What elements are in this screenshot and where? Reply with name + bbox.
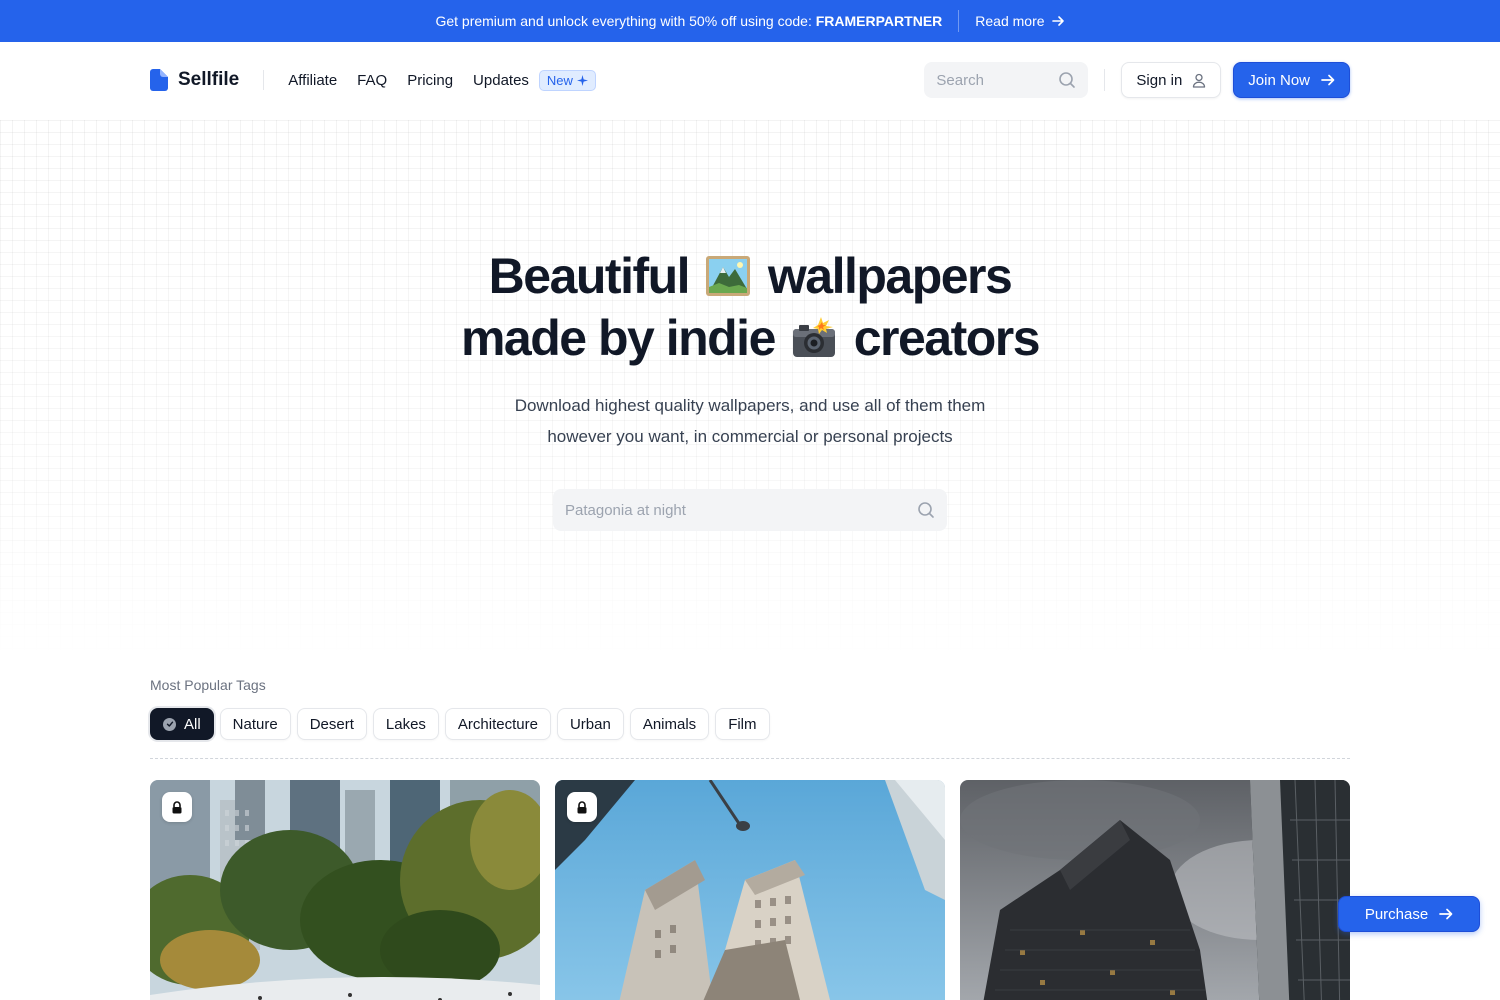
hero-title: Beautiful wallpapers made by indie creat…	[0, 245, 1500, 369]
hero-search-input[interactable]	[565, 501, 895, 519]
popular-tags-title: Most Popular Tags	[150, 677, 266, 693]
tag-label: Nature	[232, 715, 278, 733]
wallpaper-card[interactable]	[555, 780, 945, 1000]
tag-label: All	[184, 715, 201, 733]
tag-label: Animals	[642, 715, 697, 733]
search-icon[interactable]	[1058, 71, 1076, 89]
new-badge: New	[538, 69, 596, 91]
tag-desert[interactable]: Desert	[296, 708, 367, 740]
arrow-right-icon	[1321, 74, 1335, 86]
tag-label: Architecture	[457, 715, 538, 733]
announcement-message: Get premium and unlock everything with 5…	[435, 13, 943, 29]
new-badge-label: New	[546, 72, 573, 88]
arrow-right-icon	[1051, 16, 1064, 26]
lock-icon	[172, 800, 182, 813]
sign-in-button[interactable]: Sign in	[1121, 62, 1222, 98]
tags-divider	[150, 758, 1350, 759]
lock-badge	[162, 792, 192, 822]
header-actions: Sign in Join Now	[924, 62, 1350, 98]
hero-title-part: Beautiful	[488, 248, 691, 304]
tag-label: Urban	[569, 715, 611, 733]
tag-list: All Nature Desert Lakes Architecture Urb…	[150, 708, 770, 740]
mountain-picture-icon	[706, 256, 751, 296]
sign-in-label: Sign in	[1136, 71, 1183, 89]
tag-animals[interactable]: Animals	[629, 708, 710, 740]
lock-icon	[577, 800, 587, 813]
nav-pricing[interactable]: Pricing	[407, 72, 453, 89]
camera-flash-icon	[793, 317, 836, 357]
hero-title-part: creators	[853, 310, 1041, 366]
check-circle-icon	[163, 717, 176, 731]
tag-film[interactable]: Film	[715, 708, 770, 740]
wallpaper-card[interactable]	[960, 780, 1350, 1000]
nav-affiliate[interactable]: Affiliate	[288, 72, 337, 89]
search-icon[interactable]	[917, 501, 935, 519]
nav-updates[interactable]: Updates	[473, 72, 529, 89]
wallpaper-image-dark-towers	[960, 780, 1350, 1000]
site-header: Sellfile Affiliate FAQ Pricing Updates N…	[150, 62, 1350, 98]
lock-badge	[567, 792, 597, 822]
arrow-right-icon	[1439, 908, 1453, 920]
main-nav: Affiliate FAQ Pricing Updates New	[288, 69, 596, 91]
tag-all[interactable]: All	[150, 708, 214, 740]
hero-title-part: wallpapers	[767, 248, 1013, 304]
purchase-label: Purchase	[1364, 905, 1429, 923]
wallpaper-image-park	[150, 780, 540, 1000]
header-divider	[263, 70, 265, 90]
brand-name: Sellfile	[178, 69, 240, 90]
hero-title-part: made by indie	[460, 310, 776, 366]
tag-urban[interactable]: Urban	[556, 708, 624, 740]
tag-label: Desert	[309, 715, 354, 733]
announcement-divider	[958, 10, 960, 32]
sparkle-icon	[576, 74, 588, 86]
hero-search	[553, 489, 947, 531]
header-search	[924, 62, 1089, 98]
join-now-label: Join Now	[1248, 71, 1310, 89]
read-more-link[interactable]: Read more	[975, 13, 1064, 29]
brand-logo[interactable]: Sellfile	[150, 69, 239, 91]
wallpaper-card[interactable]	[150, 780, 540, 1000]
tag-lakes[interactable]: Lakes	[372, 708, 439, 740]
nav-faq[interactable]: FAQ	[357, 72, 387, 89]
header-search-input[interactable]	[936, 71, 1057, 89]
hero-subtitle-line: however you want, in commercial or perso…	[547, 427, 953, 446]
read-more-label: Read more	[975, 13, 1045, 29]
file-logo-icon	[150, 69, 168, 91]
purchase-button[interactable]: Purchase	[1338, 896, 1480, 932]
tag-nature[interactable]: Nature	[219, 708, 291, 740]
promo-code: FRAMERPARTNER	[815, 13, 943, 29]
hero-subtitle: Download highest quality wallpapers, and…	[0, 390, 1500, 452]
tag-architecture[interactable]: Architecture	[444, 708, 551, 740]
hero-subtitle-line: Download highest quality wallpapers, and…	[514, 396, 986, 415]
tag-label: Lakes	[385, 715, 426, 733]
announcement-bar: Get premium and unlock everything with 5…	[0, 0, 1500, 42]
user-icon	[1193, 73, 1206, 88]
wallpaper-image-towers	[555, 780, 945, 1000]
header-actions-divider	[1104, 69, 1106, 91]
join-now-button[interactable]: Join Now	[1233, 62, 1350, 98]
tag-label: Film	[728, 715, 757, 733]
